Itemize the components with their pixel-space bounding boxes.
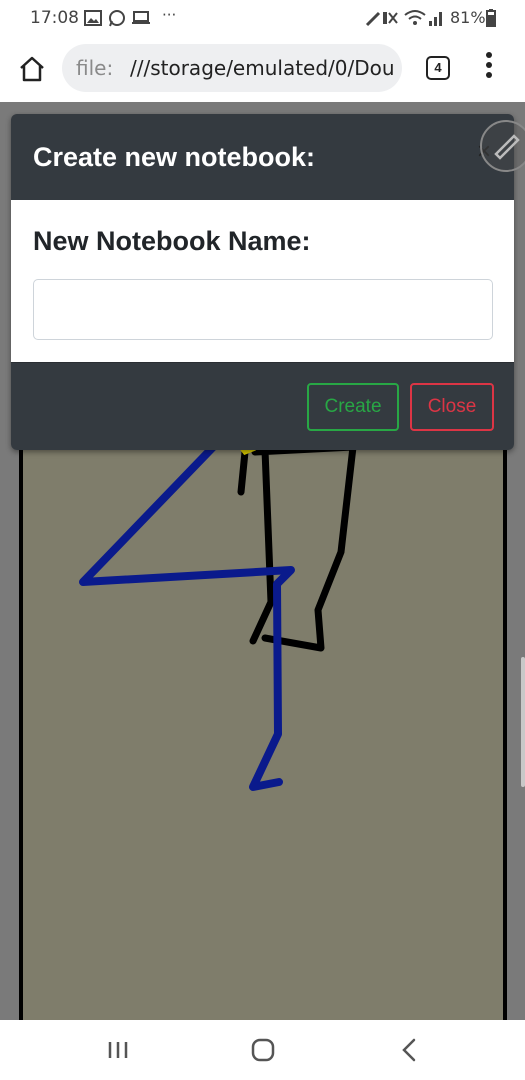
browser-menu-icon[interactable]	[484, 52, 494, 84]
create-button[interactable]: Create	[307, 383, 399, 431]
mute-icon	[365, 11, 398, 27]
modal-title: Create new notebook:	[33, 142, 316, 172]
notebook-name-label: New Notebook Name:	[33, 226, 311, 256]
notebook-name-input[interactable]	[33, 279, 493, 340]
battery-level: 81%	[450, 8, 486, 27]
browser-toolbar: file: ///storage/emulated/0/Dou 4	[0, 36, 525, 102]
black-stroke	[237, 442, 357, 652]
wifi-icon	[404, 10, 426, 25]
home-icon[interactable]	[18, 56, 46, 82]
page-scrollbar[interactable]	[521, 657, 525, 787]
recent-apps-icon[interactable]	[98, 1034, 138, 1066]
signal-icon	[429, 12, 442, 26]
system-nav-bar	[0, 1020, 525, 1080]
laptop-icon	[132, 11, 150, 24]
whatsapp-icon	[109, 10, 125, 27]
url-path: ///storage/emulated/0/Dou	[130, 56, 395, 80]
pen-tool-button[interactable]	[480, 120, 525, 172]
modal-header: Create new notebook: ×	[11, 114, 514, 200]
battery-icon	[486, 9, 496, 27]
blue-stroke	[79, 442, 295, 791]
modal-footer: Create Close	[11, 362, 514, 450]
tab-switcher-button[interactable]: 4	[426, 56, 450, 80]
pencil-icon	[494, 134, 520, 160]
back-icon[interactable]	[390, 1034, 430, 1066]
status-time: 17:08	[30, 8, 79, 28]
drawing-canvas[interactable]	[19, 442, 507, 1042]
home-nav-icon[interactable]	[243, 1034, 283, 1066]
modal-body: New Notebook Name:	[11, 200, 514, 362]
canvas-drawing	[79, 442, 357, 791]
address-bar[interactable]: file: ///storage/emulated/0/Dou	[62, 44, 402, 92]
url-scheme: file:	[76, 56, 114, 80]
status-bar: 17:08 ··· 81%	[0, 0, 525, 36]
image-icon	[84, 10, 102, 26]
create-notebook-modal: Create new notebook: × New Notebook Name…	[11, 114, 514, 450]
more-notifications-indicator: ···	[162, 6, 177, 24]
close-button[interactable]: Close	[410, 383, 494, 431]
